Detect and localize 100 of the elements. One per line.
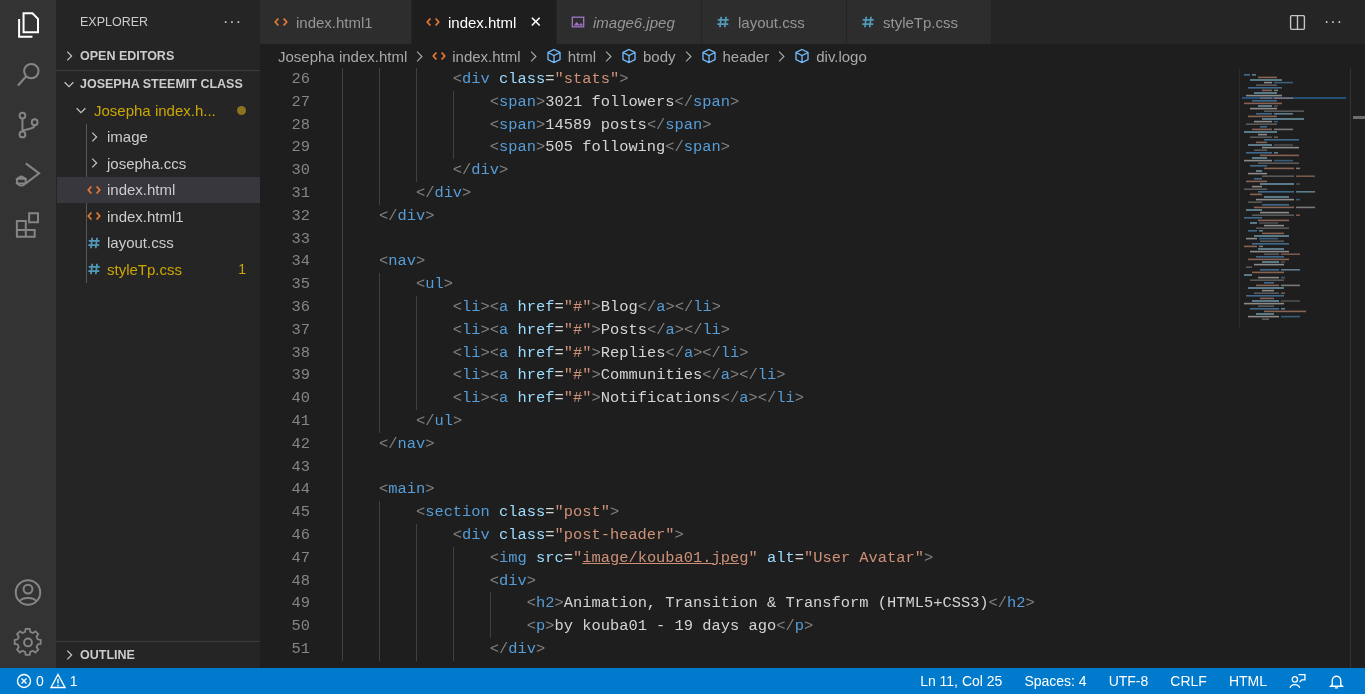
code-line: <li><a href="#">Replies</a></li> — [342, 341, 749, 365]
line-number: 45 — [290, 502, 310, 524]
line-number: 28 — [290, 114, 310, 136]
problem-count: 1 — [238, 261, 246, 278]
code-line: <span>505 following</span> — [342, 136, 731, 160]
editor-tab[interactable]: styleTp.css — [847, 0, 992, 44]
source-control-icon — [18, 111, 39, 139]
code-icon — [432, 49, 447, 63]
code-line: </div> — [342, 204, 435, 228]
line-number: 46 — [290, 524, 310, 546]
file-item[interactable]: index.html — [57, 176, 260, 203]
code-line: <section class="post"> — [342, 501, 620, 524]
line-number: 32 — [290, 205, 310, 227]
code-line: </div> — [342, 637, 546, 661]
code-line: <h2>Animation, Transition & Transform (HTML5+CSS3)</h2> — [342, 592, 1035, 616]
line-number: 38 — [290, 342, 310, 364]
hash-icon — [716, 15, 730, 29]
more-button[interactable]: ··· — [1324, 13, 1343, 31]
breadcrumb-item[interactable]: index.html — [432, 47, 521, 65]
line-number: 26 — [290, 69, 310, 90]
search-icon — [17, 62, 40, 87]
explorer-title: EXPLORER — [80, 15, 149, 29]
cube-icon — [620, 48, 637, 64]
code-line: <li><a href="#">Posts</a></li> — [342, 318, 731, 342]
code-line: </div> — [342, 159, 509, 182]
line-number: 49 — [290, 593, 310, 615]
code-line: <div> — [342, 569, 537, 593]
image-icon — [571, 15, 585, 29]
breadcrumb-item[interactable]: header — [700, 47, 770, 65]
cube-icon — [794, 48, 811, 64]
feedback-icon[interactable] — [1289, 672, 1306, 690]
editor-tab[interactable]: image6.jpeg — [557, 0, 702, 44]
code-line: <main> — [342, 478, 435, 502]
line-number: 30 — [290, 160, 310, 182]
code-line: <img src="image/kouba01.jpeg" alt="User Avatar"> — [342, 546, 934, 570]
section-header[interactable]: OPEN EDITORS — [56, 44, 260, 68]
minimap-drawing[interactable] — [1242, 74, 1346, 320]
line-number: 35 — [290, 274, 310, 296]
files-icon — [18, 12, 39, 38]
line-number: 40 — [290, 388, 310, 410]
breadcrumb-item[interactable]: body — [620, 47, 676, 65]
line-number: 51 — [290, 638, 310, 660]
status-item[interactable]: Spaces: 4 — [1024, 673, 1087, 689]
line-number: 34 — [290, 251, 310, 273]
warning-icon — [49, 673, 66, 689]
code-line: </div> — [342, 182, 472, 205]
close-icon[interactable]: ✕ — [529, 13, 542, 31]
line-number: 42 — [290, 433, 310, 455]
folder-item[interactable]: image — [57, 123, 260, 150]
file-item[interactable]: styleTp.css 1 — [57, 256, 260, 283]
editor-tab[interactable]: layout.css — [702, 0, 847, 44]
line-number: 48 — [290, 570, 310, 592]
line-number: 44 — [290, 479, 310, 501]
warning-count[interactable]: 1 — [49, 673, 78, 689]
file-item[interactable]: layout.css — [57, 229, 260, 256]
code-line: <span>3021 followers</span> — [342, 90, 740, 114]
editor-tab[interactable]: index.html1 — [260, 0, 412, 44]
modified-dot — [237, 105, 246, 115]
line-number: 47 — [290, 547, 310, 569]
status-item[interactable]: Ln 11, Col 25 — [920, 673, 1003, 689]
code-line: <li><a href="#">Notifications</a></li> — [342, 387, 804, 410]
folder-item[interactable]: Josepha index.h... — [56, 97, 260, 124]
extensions-icon — [15, 212, 39, 238]
settings-icon — [13, 628, 42, 656]
split-editor-icon[interactable] — [1289, 13, 1306, 31]
code-icon — [274, 15, 288, 29]
cube-icon — [545, 48, 562, 64]
status-item[interactable]: HTML — [1228, 673, 1267, 689]
status-item[interactable]: CRLF — [1170, 673, 1207, 689]
breadcrumb-item[interactable]: html — [545, 47, 596, 65]
code-icon — [426, 15, 440, 29]
line-number: 41 — [290, 410, 310, 432]
breadcrumb-item[interactable]: Josepha index.html — [278, 47, 408, 65]
hash-icon — [87, 235, 101, 250]
code-line: </ul> — [342, 409, 463, 433]
line-number: 50 — [290, 616, 310, 638]
folder-item[interactable]: josepha.ccs — [57, 150, 260, 177]
more-button[interactable]: ··· — [223, 13, 242, 31]
line-number: 37 — [290, 319, 310, 341]
status-item[interactable]: UTF-8 — [1108, 673, 1149, 689]
code-line: <span>14589 posts</span> — [342, 113, 712, 137]
scrollbar-thumb[interactable] — [1353, 116, 1365, 119]
error-count[interactable]: 0 — [16, 673, 44, 689]
line-number: 33 — [290, 228, 310, 250]
code-line: <li><a href="#">Blog</a></li> — [342, 295, 721, 319]
line-number: 31 — [290, 183, 310, 204]
error-icon — [16, 673, 32, 689]
code-line: <div class="stats"> — [342, 68, 629, 91]
code-line: <li><a href="#">Communities</a></li> — [342, 364, 786, 388]
editor-tab[interactable]: index.html ✕ — [412, 0, 557, 44]
bell-icon[interactable] — [1328, 672, 1345, 690]
file-item[interactable]: index.html1 — [57, 203, 260, 230]
breadcrumb-item[interactable]: div.logo — [794, 47, 867, 65]
line-number: 39 — [290, 365, 310, 387]
code-line: <nav> — [342, 250, 426, 274]
hash-icon — [87, 262, 101, 277]
run-debug-icon — [14, 162, 41, 187]
line-number: 43 — [290, 456, 310, 478]
line-number: 36 — [290, 296, 310, 318]
line-number: 27 — [290, 91, 310, 113]
